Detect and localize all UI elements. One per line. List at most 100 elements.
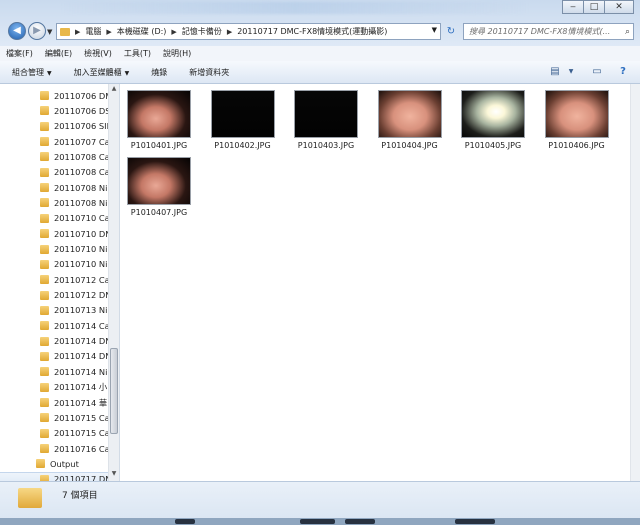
breadcrumb-separator-icon[interactable]: ▶ bbox=[106, 28, 111, 36]
tree-item[interactable]: 20110710 DN bbox=[0, 226, 110, 241]
tree-item-label: Output bbox=[50, 458, 79, 469]
change-view-icon[interactable]: ▤ bbox=[548, 65, 562, 78]
burn-button[interactable]: 燒錄 bbox=[151, 67, 167, 78]
file-list: P1010401.JPG P1010402.JPG P1010403.JPG P101… bbox=[120, 84, 630, 481]
tree-item[interactable]: 20110708 Ca bbox=[0, 149, 110, 164]
folder-icon bbox=[40, 321, 49, 331]
breadcrumb-separator-icon[interactable]: ▶ bbox=[171, 28, 176, 36]
tree-item[interactable]: 20110715 Ca bbox=[0, 426, 110, 441]
menu-bar: 檔案(F) 編輯(E) 檢視(V) 工具(T) 說明(H) bbox=[0, 46, 640, 62]
tree-item[interactable]: 20110714 小 bbox=[0, 380, 110, 395]
tree-item-label: 20110714 華 bbox=[54, 397, 108, 408]
menu-file[interactable]: 檔案(F) bbox=[0, 46, 39, 61]
help-icon[interactable]: ? bbox=[616, 65, 630, 78]
breadcrumb-separator-icon[interactable]: ▶ bbox=[227, 28, 232, 36]
organize-button[interactable]: 組合管理 ▼ bbox=[12, 67, 52, 78]
organize-label: 組合管理 bbox=[12, 67, 44, 77]
breadcrumb-separator-icon[interactable]: ▶ bbox=[75, 28, 80, 36]
search-input[interactable]: 搜尋 20110717 DMC-FX8情境模式(... ⌕ bbox=[463, 23, 634, 40]
tree-item-label: 20110708 Ni bbox=[54, 197, 108, 208]
file-item[interactable]: P1010406.JPG bbox=[538, 90, 616, 150]
folder-icon bbox=[40, 198, 49, 208]
tree-item[interactable]: 20110706 SIF bbox=[0, 119, 110, 134]
tree-item-label: 20110710 Ca bbox=[54, 213, 110, 224]
breadcrumb-backup[interactable]: 記憶卡備份 bbox=[182, 26, 222, 37]
folder-icon bbox=[18, 488, 42, 508]
close-button[interactable]: ✕ bbox=[604, 0, 634, 14]
tree-item[interactable]: 20110708 Ni bbox=[0, 180, 110, 195]
tree-item[interactable]: 20110714 Ca bbox=[0, 318, 110, 333]
tree-item[interactable]: 20110710 Ni bbox=[0, 257, 110, 272]
title-area bbox=[60, 2, 530, 14]
recent-pages-dropdown[interactable]: ▼ bbox=[47, 28, 52, 36]
tree-item-label: 20110714 DN bbox=[54, 351, 110, 362]
tree-item[interactable]: Output bbox=[0, 456, 110, 471]
back-button[interactable]: ◀ bbox=[8, 22, 26, 40]
add-to-library-button[interactable]: 加入至媒體櫃 ▼ bbox=[74, 67, 130, 78]
tree-item-label: 20110708 Ca bbox=[54, 151, 110, 162]
tree-item[interactable]: 20110706 DM bbox=[0, 88, 110, 103]
file-name: P1010401.JPG bbox=[130, 141, 188, 150]
folder-icon bbox=[40, 244, 49, 254]
tree-item[interactable]: 20110716 Ca bbox=[0, 441, 110, 456]
folder-icon bbox=[40, 351, 49, 361]
breadcrumb-computer[interactable]: 電腦 bbox=[85, 26, 101, 37]
navigation-scrollbar[interactable]: ▲ ▼ bbox=[108, 84, 119, 481]
photo-hand-light-icon bbox=[377, 90, 442, 138]
file-item[interactable]: P1010403.JPG bbox=[287, 90, 365, 150]
view-options-dropdown-icon[interactable]: ▼ bbox=[564, 65, 578, 78]
folder-icon bbox=[40, 213, 49, 223]
menu-help[interactable]: 說明(H) bbox=[157, 46, 197, 61]
tree-item[interactable]: 20110712 Ca bbox=[0, 272, 110, 287]
tree-item[interactable]: 20110714 DN bbox=[0, 349, 110, 364]
photo-black-icon bbox=[210, 90, 275, 138]
new-folder-button[interactable]: 新增資料夾 bbox=[189, 67, 229, 78]
breadcrumb-drive[interactable]: 本機磁碟 (D:) bbox=[117, 26, 167, 37]
tree-item[interactable]: 20110713 Ni bbox=[0, 303, 110, 318]
menu-tools[interactable]: 工具(T) bbox=[118, 46, 157, 61]
tree-item[interactable]: 20110712 DN bbox=[0, 288, 110, 303]
tree-item[interactable]: 20110708 Ni bbox=[0, 195, 110, 210]
photo-hand-light-icon bbox=[544, 90, 609, 138]
file-item[interactable]: P1010402.JPG bbox=[204, 90, 282, 150]
tree-item[interactable]: 20110710 Ni bbox=[0, 242, 110, 257]
menu-view[interactable]: 檢視(V) bbox=[78, 46, 118, 61]
file-item[interactable]: P1010401.JPG bbox=[120, 90, 198, 150]
file-name: P1010407.JPG bbox=[130, 208, 188, 217]
breadcrumb-current-folder[interactable]: 20110717 DMC-FX8情境模式(運動攝影) bbox=[237, 26, 387, 37]
tree-item-label: 20110708 Ni bbox=[54, 182, 108, 193]
tree-item-label: 20110715 Ca bbox=[54, 412, 110, 423]
refresh-button[interactable]: ↻ bbox=[443, 24, 459, 40]
taskbar-strip bbox=[0, 518, 640, 525]
tree-item[interactable]: 20110717 DN bbox=[0, 471, 110, 481]
minimize-button[interactable]: ‒ bbox=[562, 0, 584, 14]
forward-button[interactable]: ▶ bbox=[28, 22, 46, 40]
scroll-up-icon[interactable]: ▲ bbox=[110, 85, 118, 92]
address-bar[interactable]: ▶ 電腦 ▶ 本機磁碟 (D:) ▶ 記憶卡備份 ▶ 20110717 DMC-… bbox=[56, 23, 441, 40]
search-icon[interactable]: ⌕ bbox=[625, 25, 630, 39]
tree-item[interactable]: 20110708 Ca bbox=[0, 165, 110, 180]
tree-item[interactable]: 20110714 DN bbox=[0, 334, 110, 349]
menu-edit[interactable]: 編輯(E) bbox=[39, 46, 78, 61]
scrollbar-thumb[interactable] bbox=[110, 348, 118, 434]
folder-icon bbox=[40, 91, 49, 100]
window-controls: ‒ □ ✕ bbox=[562, 0, 634, 15]
tree-item[interactable]: 20110707 Ca bbox=[0, 134, 110, 149]
file-list-scrollbar[interactable] bbox=[630, 84, 640, 481]
folder-icon bbox=[40, 290, 49, 300]
file-item[interactable]: P1010407.JPG bbox=[120, 157, 198, 217]
file-item[interactable]: P1010405.JPG bbox=[454, 90, 532, 150]
tree-item[interactable]: 20110715 Ca bbox=[0, 410, 110, 425]
photo-hand-dark-icon bbox=[127, 157, 191, 205]
tree-item[interactable]: 20110714 華 bbox=[0, 395, 110, 410]
preview-pane-icon[interactable]: ▭ bbox=[590, 65, 604, 78]
scroll-down-icon[interactable]: ▼ bbox=[110, 470, 118, 477]
tree-item-label: 20110706 SIF bbox=[54, 121, 110, 132]
maximize-button[interactable]: □ bbox=[583, 0, 605, 14]
photo-light-bulb-icon bbox=[461, 90, 525, 138]
file-item[interactable]: P1010404.JPG bbox=[371, 90, 449, 150]
tree-item[interactable]: 20110706 DS bbox=[0, 103, 110, 118]
tree-item[interactable]: 20110714 Ni bbox=[0, 364, 110, 379]
address-dropdown-icon[interactable]: ▼ bbox=[432, 26, 437, 34]
tree-item[interactable]: 20110710 Ca bbox=[0, 211, 110, 226]
